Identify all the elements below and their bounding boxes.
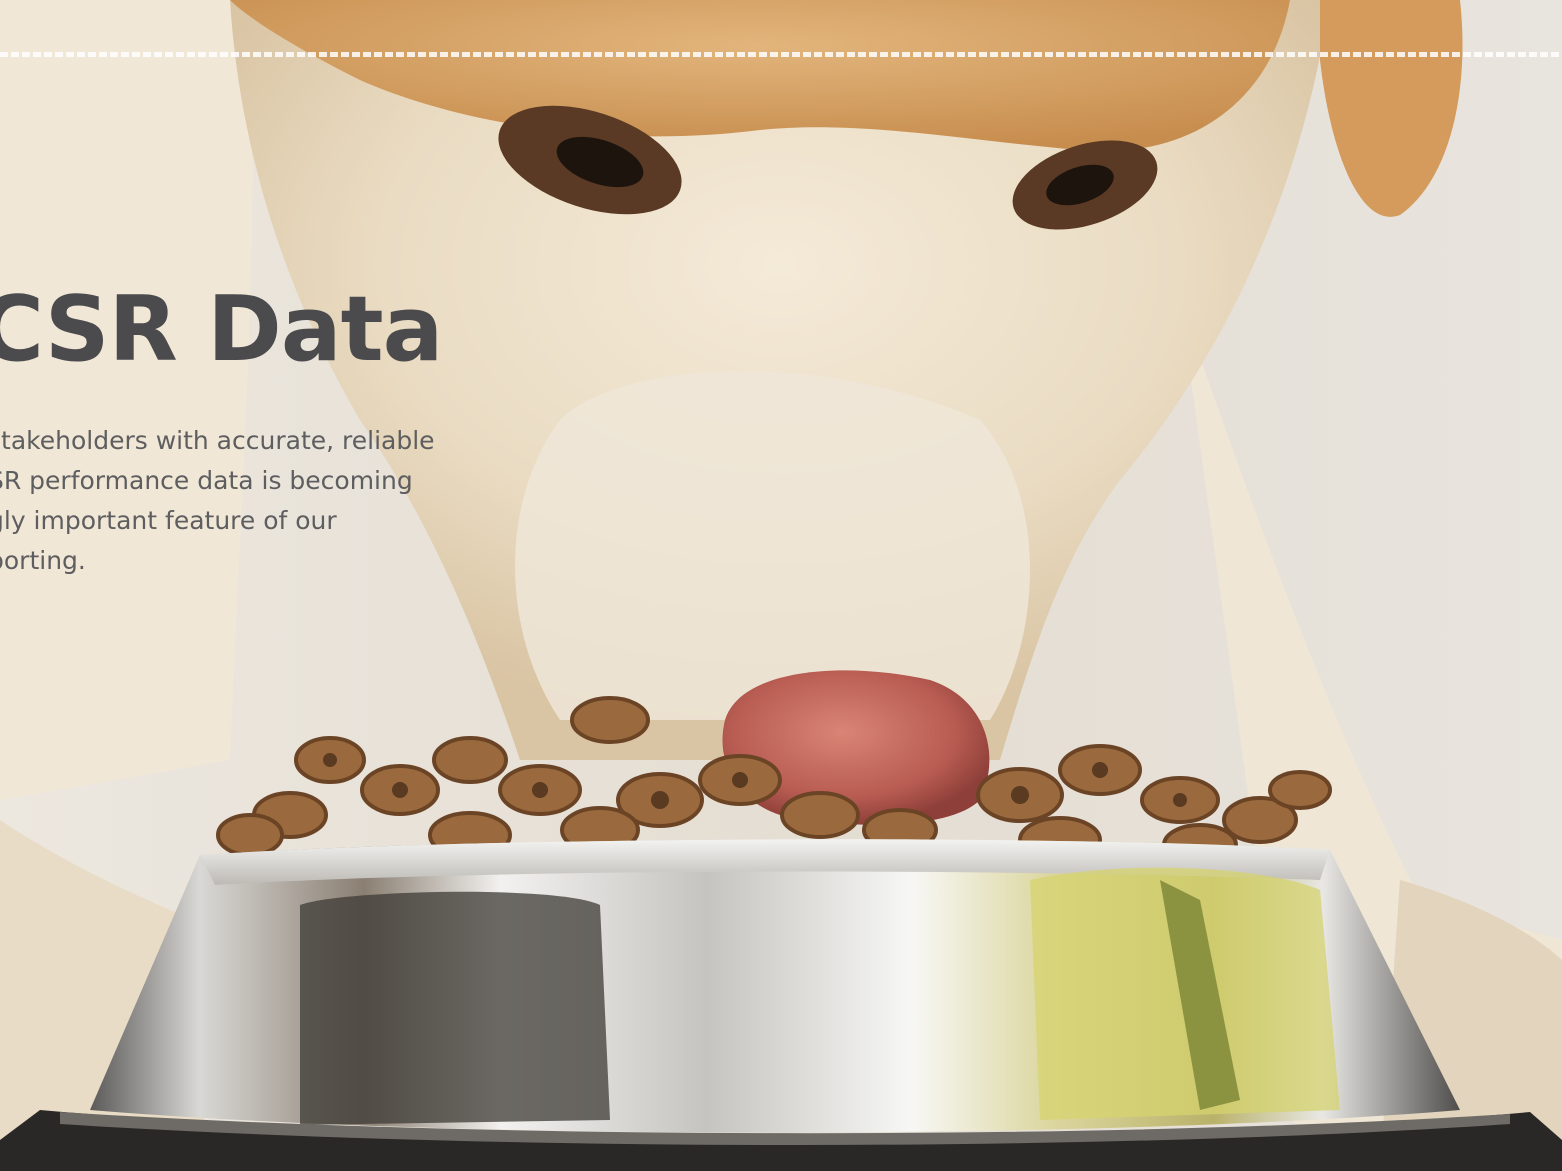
intro-line: porting. — [0, 546, 86, 575]
intro-paragraph: stakeholders with accurate, reliable SR … — [0, 421, 488, 581]
intro-line: gly important feature of our — [0, 506, 337, 535]
report-page: CSR Data stakeholders with accurate, rel… — [0, 0, 1562, 1171]
dashed-divider — [0, 52, 1562, 57]
intro-line: SR performance data is becoming — [0, 466, 413, 495]
dog-eating-photo — [0, 0, 1562, 1171]
intro-line: stakeholders with accurate, reliable — [0, 426, 435, 455]
page-title: CSR Data — [0, 277, 443, 382]
